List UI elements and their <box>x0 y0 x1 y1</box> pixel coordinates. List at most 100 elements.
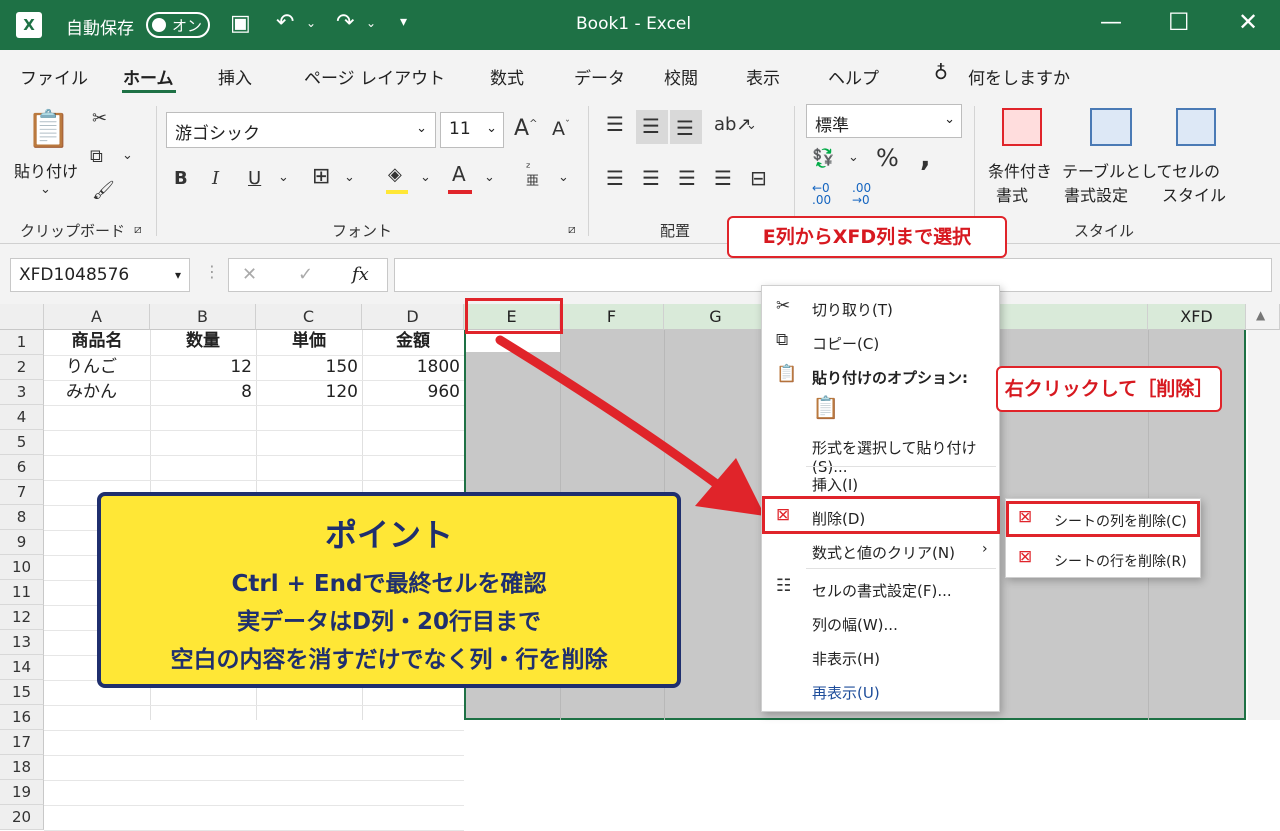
borders-icon[interactable]: ⊞ <box>312 164 330 189</box>
paste-button-label[interactable]: 貼り付け <box>14 158 78 182</box>
row-header[interactable]: 8 <box>0 505 44 530</box>
submenu-item-delete-columns[interactable]: シートの列を削除(C) <box>1054 511 1187 531</box>
format-as-table-icon[interactable] <box>1090 108 1132 146</box>
cell-a1[interactable]: 商品名 <box>44 331 150 352</box>
underline-dropdown-icon[interactable]: ⌄ <box>278 170 289 185</box>
cell-b1[interactable]: 数量 <box>150 331 256 352</box>
cell-d3[interactable]: 960 <box>362 382 464 403</box>
percent-icon[interactable]: % <box>876 144 899 172</box>
decrease-font-icon[interactable]: Aˇ <box>552 118 570 140</box>
increase-decimal-icon[interactable]: ←0.00 <box>812 182 831 206</box>
menu-item-cut[interactable]: 切り取り(T) <box>812 299 893 320</box>
wrap-text-icon[interactable]: ☰ <box>714 166 732 190</box>
cell-a2[interactable]: りんご <box>62 357 150 378</box>
select-all-corner[interactable] <box>0 304 44 330</box>
redo-dropdown-icon[interactable]: ⌄ <box>366 16 376 30</box>
row-header[interactable]: 11 <box>0 580 44 605</box>
menu-item-column-width[interactable]: 列の幅(W)... <box>812 614 898 635</box>
menu-item-paste-special[interactable]: 形式を選択して貼り付け(S)... <box>812 437 999 476</box>
undo-dropdown-icon[interactable]: ⌄ <box>306 16 316 30</box>
tab-data[interactable]: データ <box>574 64 625 89</box>
comma-style-icon[interactable]: , <box>920 140 931 173</box>
cell-styles-icon[interactable] <box>1176 108 1216 146</box>
row-header[interactable]: 13 <box>0 630 44 655</box>
col-header-a[interactable]: A <box>44 304 150 330</box>
row-header[interactable]: 20 <box>0 805 44 830</box>
row-header[interactable]: 6 <box>0 455 44 480</box>
cell-c2[interactable]: 150 <box>256 357 362 378</box>
align-left-icon[interactable]: ☰ <box>606 166 624 190</box>
paste-dropdown-icon[interactable]: ⌄ <box>40 182 51 197</box>
merge-center-icon[interactable]: ⊟ <box>750 166 767 190</box>
row-header[interactable]: 19 <box>0 780 44 805</box>
clipboard-launcher-icon[interactable]: ⧄ <box>134 222 142 237</box>
row-header[interactable]: 5 <box>0 430 44 455</box>
font-color-dropdown-icon[interactable]: ⌄ <box>484 170 495 185</box>
menu-item-clear[interactable]: 数式と値のクリア(N) <box>812 542 955 563</box>
menu-item-insert[interactable]: 挿入(I) <box>812 474 858 495</box>
row-header[interactable]: 14 <box>0 655 44 680</box>
font-launcher-icon[interactable]: ⧄ <box>568 222 576 237</box>
align-top-icon[interactable]: ☰ <box>606 112 624 136</box>
tab-home[interactable]: ホーム <box>123 64 174 89</box>
tab-page-layout[interactable]: ページ レイアウト <box>304 64 445 89</box>
cell-styles-label-1[interactable]: セルの <box>1172 158 1220 182</box>
row-header[interactable]: 2 <box>0 355 44 380</box>
format-painter-icon[interactable]: 🖌 <box>92 180 115 201</box>
cell-d2[interactable]: 1800 <box>362 357 464 378</box>
font-color-icon[interactable]: A <box>452 162 466 186</box>
cell-styles-label-2[interactable]: スタイル <box>1162 182 1226 206</box>
row-header[interactable]: 18 <box>0 755 44 780</box>
row-header[interactable]: 7 <box>0 480 44 505</box>
tab-insert[interactable]: 挿入 <box>218 64 252 89</box>
fill-color-icon[interactable]: ◈ <box>388 164 402 185</box>
format-as-table-label-2[interactable]: 書式設定 <box>1064 182 1128 206</box>
col-header-d[interactable]: D <box>362 304 464 330</box>
undo-icon[interactable]: ↶ <box>276 10 294 35</box>
close-icon[interactable]: ✕ <box>1238 8 1258 36</box>
orientation-dropdown-icon[interactable]: ⌄ <box>746 118 757 133</box>
cell-c1[interactable]: 単価 <box>256 331 362 352</box>
phonetic-dropdown-icon[interactable]: ⌄ <box>558 170 569 185</box>
col-header-f[interactable]: F <box>560 304 664 330</box>
row-header[interactable]: 10 <box>0 555 44 580</box>
minimize-icon[interactable]: — <box>1100 10 1122 35</box>
copy-icon[interactable]: ⧉ <box>90 146 103 167</box>
enter-icon[interactable]: ✓ <box>298 264 313 285</box>
borders-dropdown-icon[interactable]: ⌄ <box>344 170 355 185</box>
tab-view[interactable]: 表示 <box>746 64 780 89</box>
accounting-dropdown-icon[interactable]: ⌄ <box>848 150 859 165</box>
italic-icon[interactable]: I <box>212 168 219 189</box>
conditional-format-label-2[interactable]: 書式 <box>996 182 1028 206</box>
row-header[interactable]: 15 <box>0 680 44 705</box>
menu-item-unhide[interactable]: 再表示(U) <box>812 682 880 703</box>
col-header-xfd[interactable]: XFD <box>1148 304 1246 330</box>
fill-dropdown-icon[interactable]: ⌄ <box>420 170 431 185</box>
format-as-table-label-1[interactable]: テーブルとして <box>1062 158 1173 182</box>
align-center-icon[interactable]: ☰ <box>642 166 660 190</box>
conditional-format-icon[interactable] <box>1002 108 1042 146</box>
decrease-decimal-icon[interactable]: .00 →0 <box>852 182 871 206</box>
paste-icon[interactable]: 📋 <box>26 108 71 150</box>
autosave-toggle[interactable]: オン <box>146 12 210 38</box>
save-icon[interactable]: ▣ <box>230 11 251 36</box>
cell-b2[interactable]: 12 <box>150 357 256 378</box>
cell-a3[interactable]: みかん <box>62 382 150 403</box>
row-header[interactable]: 9 <box>0 530 44 555</box>
menu-item-delete[interactable]: 削除(D) <box>812 508 865 529</box>
row-header[interactable]: 16 <box>0 705 44 730</box>
bold-icon[interactable]: B <box>174 168 188 189</box>
accounting-icon[interactable]: 💱 <box>812 148 834 169</box>
number-format-select[interactable]: 標準 ⌄ <box>806 104 962 138</box>
row-header[interactable]: 3 <box>0 380 44 405</box>
name-box[interactable]: XFD1048576 ▾ <box>10 258 190 292</box>
row-header[interactable]: 12 <box>0 605 44 630</box>
font-name-select[interactable]: 游ゴシック ⌄ <box>166 112 436 148</box>
font-size-select[interactable]: 11 ⌄ <box>440 112 504 148</box>
row-header[interactable]: 1 <box>0 330 44 355</box>
col-header-c[interactable]: C <box>256 304 362 330</box>
phonetic-icon[interactable]: ᶻ亜 <box>526 162 539 188</box>
menu-item-copy[interactable]: コピー(C) <box>812 333 879 354</box>
cell-c3[interactable]: 120 <box>256 382 362 403</box>
tab-formulas[interactable]: 数式 <box>490 64 524 89</box>
